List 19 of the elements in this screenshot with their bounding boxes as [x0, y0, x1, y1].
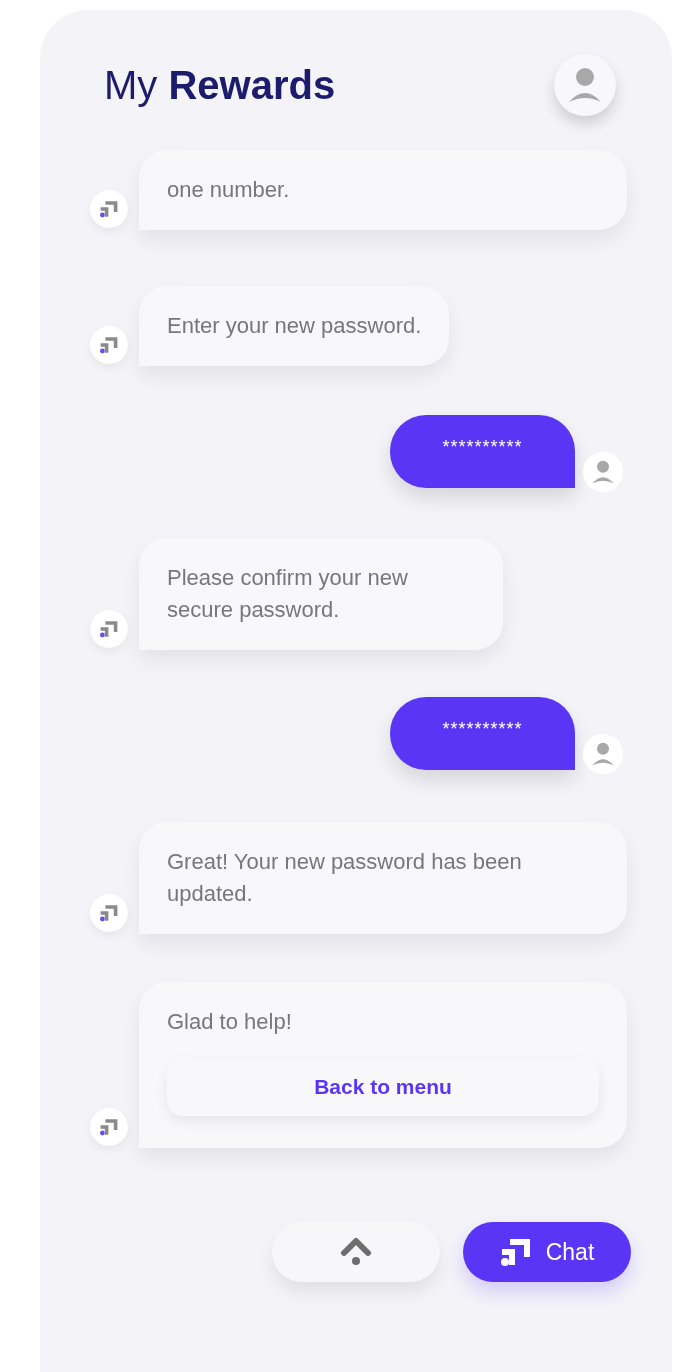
logo-icon [499, 1237, 532, 1267]
user-icon [591, 459, 615, 485]
logo-icon [99, 620, 119, 638]
logo-icon [99, 200, 119, 218]
logo-icon [99, 904, 119, 922]
chat-button[interactable]: Chat [463, 1222, 631, 1282]
page-title: My Rewards [104, 62, 336, 109]
logo-icon [99, 336, 119, 354]
message-text: ********** [442, 436, 523, 459]
logo-icon [99, 1118, 119, 1136]
back-to-menu-button[interactable]: Back to menu [167, 1058, 599, 1116]
message-text: Please confirm your new secure password. [167, 564, 409, 624]
message-text: Enter your new password. [167, 312, 422, 340]
message-text: Glad to help! [167, 1008, 293, 1036]
message-text: Great! Your new password has been updated. [167, 848, 523, 908]
message-text: one number. [167, 176, 291, 204]
user-icon [591, 741, 615, 767]
message-text: ********** [442, 718, 523, 741]
chevron-up-icon [340, 1237, 372, 1267]
